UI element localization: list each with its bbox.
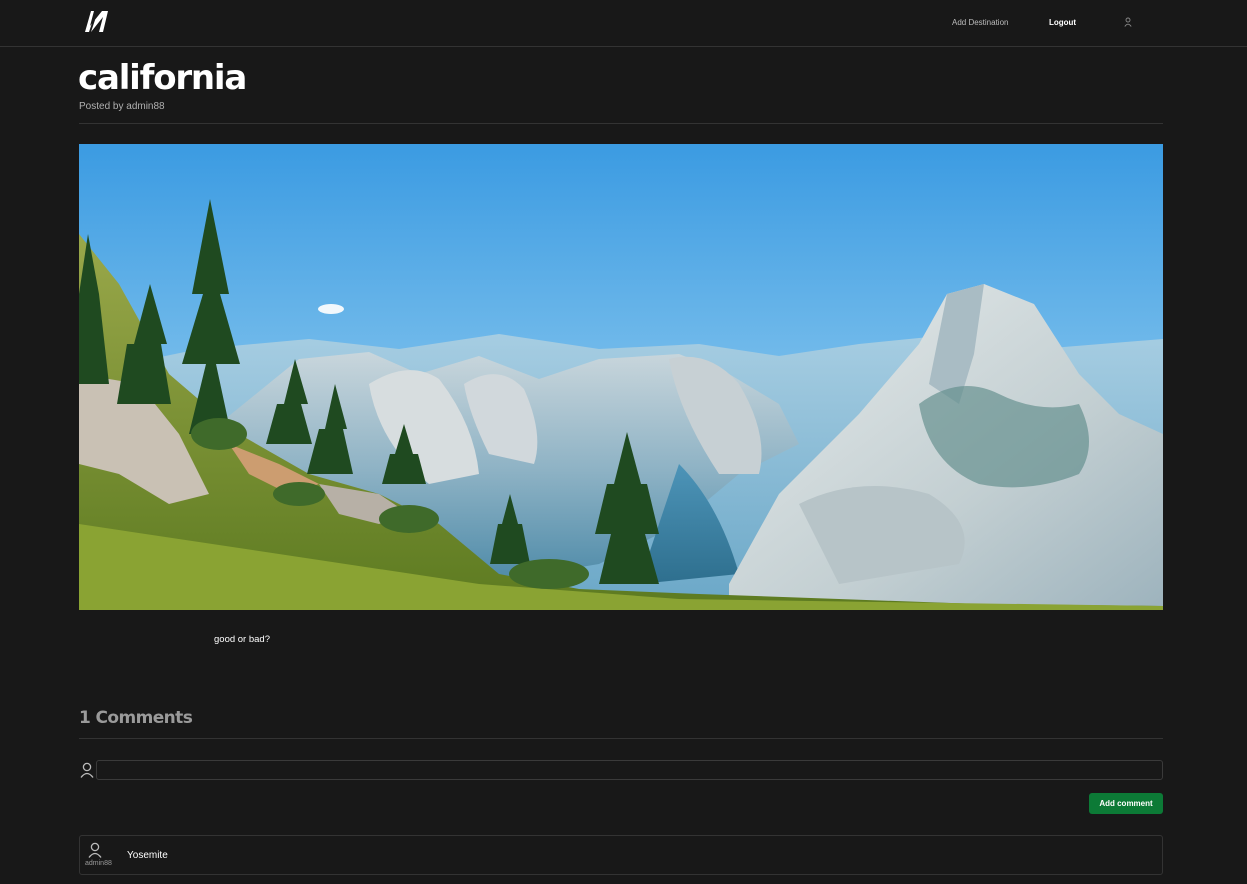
user-icon bbox=[80, 762, 94, 778]
comment-username: admin88 bbox=[85, 860, 112, 867]
user-icon[interactable] bbox=[1124, 17, 1132, 27]
posted-by: Posted by admin88 bbox=[79, 101, 165, 112]
post-description: good or bad? bbox=[214, 634, 270, 645]
divider bbox=[79, 123, 1163, 124]
top-navbar: Add Destination Logout bbox=[0, 0, 1247, 47]
add-comment-button[interactable]: Add comment bbox=[1089, 793, 1163, 814]
comment-item: admin88 Yosemite bbox=[79, 835, 1163, 875]
hero-image bbox=[79, 144, 1163, 610]
n-logo-icon[interactable] bbox=[82, 8, 111, 34]
comment-input[interactable] bbox=[96, 760, 1163, 780]
divider bbox=[79, 738, 1163, 739]
logout-link[interactable]: Logout bbox=[1049, 18, 1076, 27]
comment-text: Yosemite bbox=[127, 850, 168, 861]
page-title: california bbox=[78, 58, 247, 98]
add-destination-link[interactable]: Add Destination bbox=[952, 18, 1008, 27]
comments-heading: 1 Comments bbox=[79, 708, 193, 728]
user-icon bbox=[88, 842, 102, 858]
